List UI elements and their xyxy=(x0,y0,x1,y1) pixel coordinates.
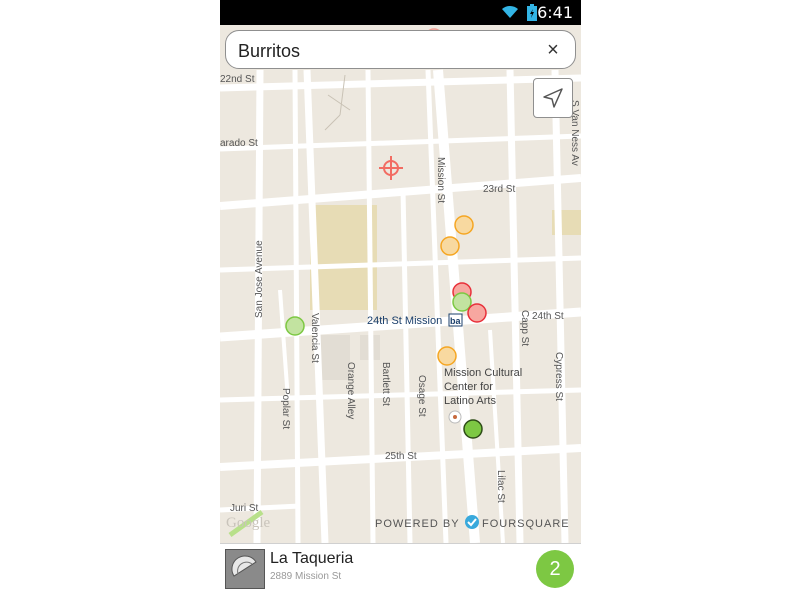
label-lexington: arado St xyxy=(220,138,258,149)
park-area xyxy=(310,205,377,310)
landmark-line3: Latino Arts xyxy=(444,395,496,407)
venue-pin[interactable] xyxy=(285,316,305,336)
bart-badge: ba xyxy=(450,316,461,326)
label-osage: Osage St xyxy=(416,375,427,417)
venue-pin[interactable] xyxy=(454,215,474,235)
label-orange: Orange Alley xyxy=(345,362,356,419)
bart-station-label: 24th St Mission xyxy=(367,315,442,327)
venue-pin[interactable] xyxy=(467,303,487,323)
foursquare-label: FOURSQUARE xyxy=(482,518,570,530)
clock: 6:41 xyxy=(537,3,573,22)
search-input[interactable] xyxy=(236,37,530,65)
landmark-line1: Mission Cultural xyxy=(444,367,522,379)
phone-screen: 22nd St arado St 23rd St 24th St 25th St… xyxy=(220,0,581,593)
google-logo: Google xyxy=(226,515,271,531)
navigation-arrow-icon xyxy=(543,88,563,108)
venue-name[interactable]: La Taqueria xyxy=(270,550,353,568)
status-bar: 6:41 xyxy=(220,0,581,25)
venue-address: 2889 Mission St xyxy=(270,571,342,582)
label-san-jose: San Jose Avenue xyxy=(254,240,265,318)
venue-pin[interactable] xyxy=(437,346,457,366)
label-23rd: 23rd St xyxy=(483,184,515,195)
landmark-line2: Center for xyxy=(444,381,493,393)
label-bartlett: Bartlett St xyxy=(380,362,391,406)
wifi-icon xyxy=(501,5,519,24)
label-poplar: Poplar St xyxy=(280,388,291,429)
taco-icon xyxy=(225,549,265,589)
label-22nd: 22nd St xyxy=(220,74,255,85)
close-icon[interactable]: × xyxy=(541,37,565,63)
label-juri: Juri St xyxy=(230,503,259,514)
search-bar[interactable]: × xyxy=(225,30,576,69)
battery-icon xyxy=(527,4,537,26)
label-cypress: Cypress St xyxy=(553,352,564,401)
foursquare-logo-icon xyxy=(465,515,479,529)
venue-pin[interactable] xyxy=(452,292,472,312)
my-location-button[interactable] xyxy=(533,78,573,118)
map-canvas[interactable]: 22nd St arado St 23rd St 24th St 25th St… xyxy=(220,25,581,544)
venue-pin-selected[interactable] xyxy=(463,419,483,439)
venue-count-badge[interactable]: 2 xyxy=(536,550,574,588)
map-view[interactable]: 22nd St arado St 23rd St 24th St 25th St… xyxy=(220,25,581,544)
label-25th: 25th St xyxy=(385,451,417,462)
venue-card[interactable]: La Taqueria 2889 Mission St 2 xyxy=(220,543,581,593)
label-24th: 24th St xyxy=(532,311,564,322)
label-valencia: Valencia St xyxy=(309,313,320,363)
label-capp: Capp St xyxy=(519,310,530,346)
label-lilac: Lilac St xyxy=(495,470,506,503)
label-mission: Mission St xyxy=(435,157,446,203)
powered-by-label: POWERED BY xyxy=(375,518,460,530)
venue-pin[interactable] xyxy=(440,236,460,256)
